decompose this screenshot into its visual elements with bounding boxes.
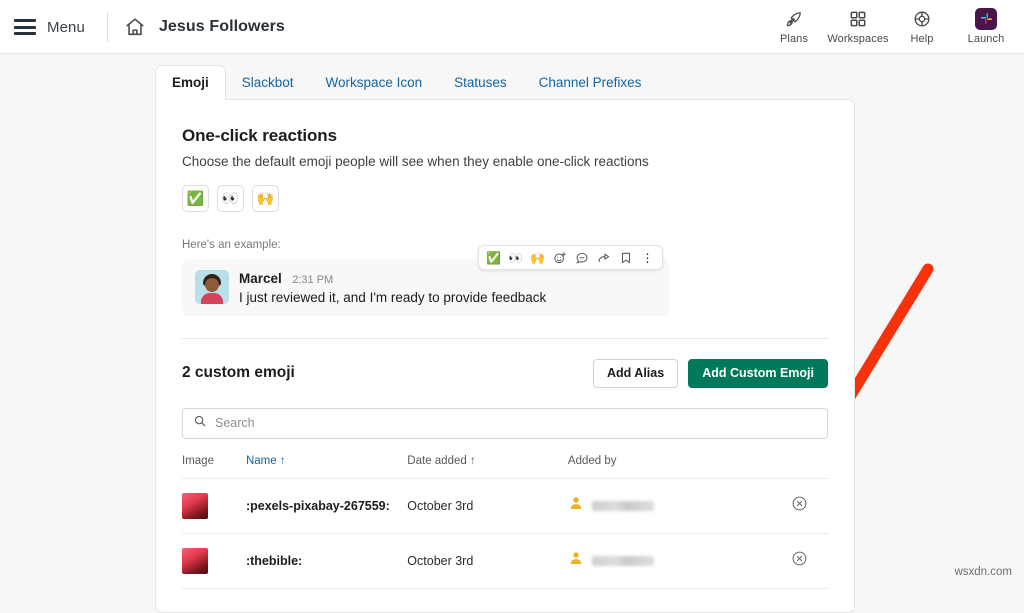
emoji-image (182, 548, 208, 574)
lifebuoy-icon (912, 7, 932, 30)
emoji-added-by-cell (568, 478, 771, 533)
tab-emoji[interactable]: Emoji (155, 65, 226, 100)
column-header-added-by[interactable]: Added by (568, 455, 771, 479)
one-click-emoji-row: ✅ 👀 🙌 (182, 185, 828, 212)
emoji-name-cell: :thebible: (246, 533, 407, 588)
emoji-date: October 3rd (407, 554, 473, 568)
avatar (195, 270, 229, 304)
top-bar-item-plans[interactable]: Plans (762, 0, 826, 45)
top-bar-item-label: Launch (968, 33, 1005, 45)
sort-ascending-icon: ↑ (280, 455, 286, 467)
message-hover-toolbar: ✅ 👀 🙌 (478, 245, 663, 270)
user-avatar-icon (568, 550, 584, 571)
one-click-emoji-white-check-mark[interactable]: ✅ (182, 185, 209, 212)
emoji-delete-cell (771, 478, 828, 533)
custom-emoji-table: Image Name ↑ Date added ↑ Added by (182, 455, 828, 589)
message-author: Marcel (239, 271, 282, 286)
emoji-delete-cell (771, 533, 828, 588)
user-avatar-icon (568, 495, 584, 516)
save-message-icon[interactable] (616, 248, 635, 267)
tab-bar: Emoji Slackbot Workspace Icon Statuses C… (155, 66, 855, 100)
tab-workspace-icon[interactable]: Workspace Icon (310, 66, 439, 100)
emoji-name: :pexels-pixabay-267559: (246, 499, 390, 513)
emoji-image (182, 493, 208, 519)
custom-emoji-header: 2 custom emoji Add Alias Add Custom Emoj… (182, 359, 828, 388)
top-bar-divider (107, 12, 108, 42)
watermark: wsxdn.com (954, 566, 1012, 578)
one-click-subtitle: Choose the default emoji people will see… (182, 154, 828, 169)
column-header-image[interactable]: Image (182, 455, 246, 479)
emoji-thumbnail-cell (182, 533, 246, 588)
top-bar-item-label: Help (910, 33, 933, 45)
emoji-added-by-cell (568, 533, 771, 588)
column-header-actions (771, 455, 828, 479)
remove-emoji-icon[interactable] (791, 495, 808, 512)
tab-slackbot[interactable]: Slackbot (226, 66, 310, 100)
column-header-name-label: Name (246, 455, 277, 467)
message-text: I just reviewed it, and I'm ready to pro… (239, 290, 546, 305)
table-header-row: Image Name ↑ Date added ↑ Added by (182, 455, 828, 479)
top-bar-item-workspaces[interactable]: Workspaces (826, 0, 890, 45)
home-icon[interactable] (124, 16, 146, 38)
added-by-name-redacted (592, 556, 654, 566)
top-bar-item-label: Workspaces (827, 33, 888, 45)
white-check-mark-reaction[interactable]: ✅ (484, 248, 503, 267)
remove-emoji-icon[interactable] (791, 550, 808, 567)
workspace-name[interactable]: Jesus Followers (159, 18, 285, 36)
top-bar-item-launch[interactable]: Launch (954, 0, 1018, 45)
tab-channel-prefixes[interactable]: Channel Prefixes (523, 66, 658, 100)
emoji-date: October 3rd (407, 499, 473, 513)
forward-message-icon[interactable] (594, 248, 613, 267)
menu-hamburger-icon[interactable] (14, 19, 36, 35)
column-header-date-label: Date added (407, 455, 466, 467)
more-actions-icon[interactable]: ⋮ (638, 248, 657, 267)
sort-ascending-icon: ↑ (470, 455, 476, 467)
emoji-date-cell: October 3rd (407, 478, 568, 533)
top-bar-item-label: Plans (780, 33, 808, 45)
top-bar-left: Menu Jesus Followers (14, 0, 285, 54)
example-message-wrapper: Marcel 2:31 PM I just reviewed it, and I… (182, 259, 669, 316)
emoji-name: :thebible: (246, 554, 302, 568)
eyes-reaction[interactable]: 👀 (506, 248, 525, 267)
table-row: :pexels-pixabay-267559: October 3rd (182, 478, 828, 533)
custom-emoji-count: 2 custom emoji (182, 364, 295, 382)
search-icon (193, 414, 207, 433)
message-timestamp: 2:31 PM (292, 274, 333, 286)
slack-logo-icon (975, 7, 997, 30)
add-alias-button[interactable]: Add Alias (593, 359, 678, 388)
top-bar-right: Plans Workspaces Help (762, 0, 1018, 54)
add-custom-emoji-button[interactable]: Add Custom Emoji (688, 359, 828, 388)
rocket-icon (784, 7, 804, 30)
one-click-emoji-raised-hands[interactable]: 🙌 (252, 185, 279, 212)
menu-label[interactable]: Menu (47, 19, 85, 36)
column-header-date-added[interactable]: Date added ↑ (407, 455, 568, 479)
one-click-emoji-eyes[interactable]: 👀 (217, 185, 244, 212)
add-reaction-icon[interactable] (550, 248, 569, 267)
search-input[interactable]: Search (182, 408, 828, 439)
section-divider (182, 338, 828, 339)
raised-hands-reaction[interactable]: 🙌 (528, 248, 547, 267)
top-bar-item-help[interactable]: Help (890, 0, 954, 45)
tab-statuses[interactable]: Statuses (438, 66, 523, 100)
one-click-title: One-click reactions (182, 100, 828, 146)
top-bar: Menu Jesus Followers Plans (0, 0, 1024, 54)
grid-icon (848, 7, 868, 30)
added-by-name-redacted (592, 501, 654, 511)
emoji-settings-card: One-click reactions Choose the default e… (155, 99, 855, 613)
search-placeholder: Search (215, 416, 255, 430)
reply-in-thread-icon[interactable] (572, 248, 591, 267)
emoji-name-cell: :pexels-pixabay-267559: (246, 478, 407, 533)
emoji-date-cell: October 3rd (407, 533, 568, 588)
custom-emoji-actions: Add Alias Add Custom Emoji (593, 359, 828, 388)
emoji-thumbnail-cell (182, 478, 246, 533)
settings-panel: Emoji Slackbot Workspace Icon Statuses C… (155, 66, 855, 613)
column-header-name[interactable]: Name ↑ (246, 455, 407, 479)
table-row: :thebible: October 3rd (182, 533, 828, 588)
